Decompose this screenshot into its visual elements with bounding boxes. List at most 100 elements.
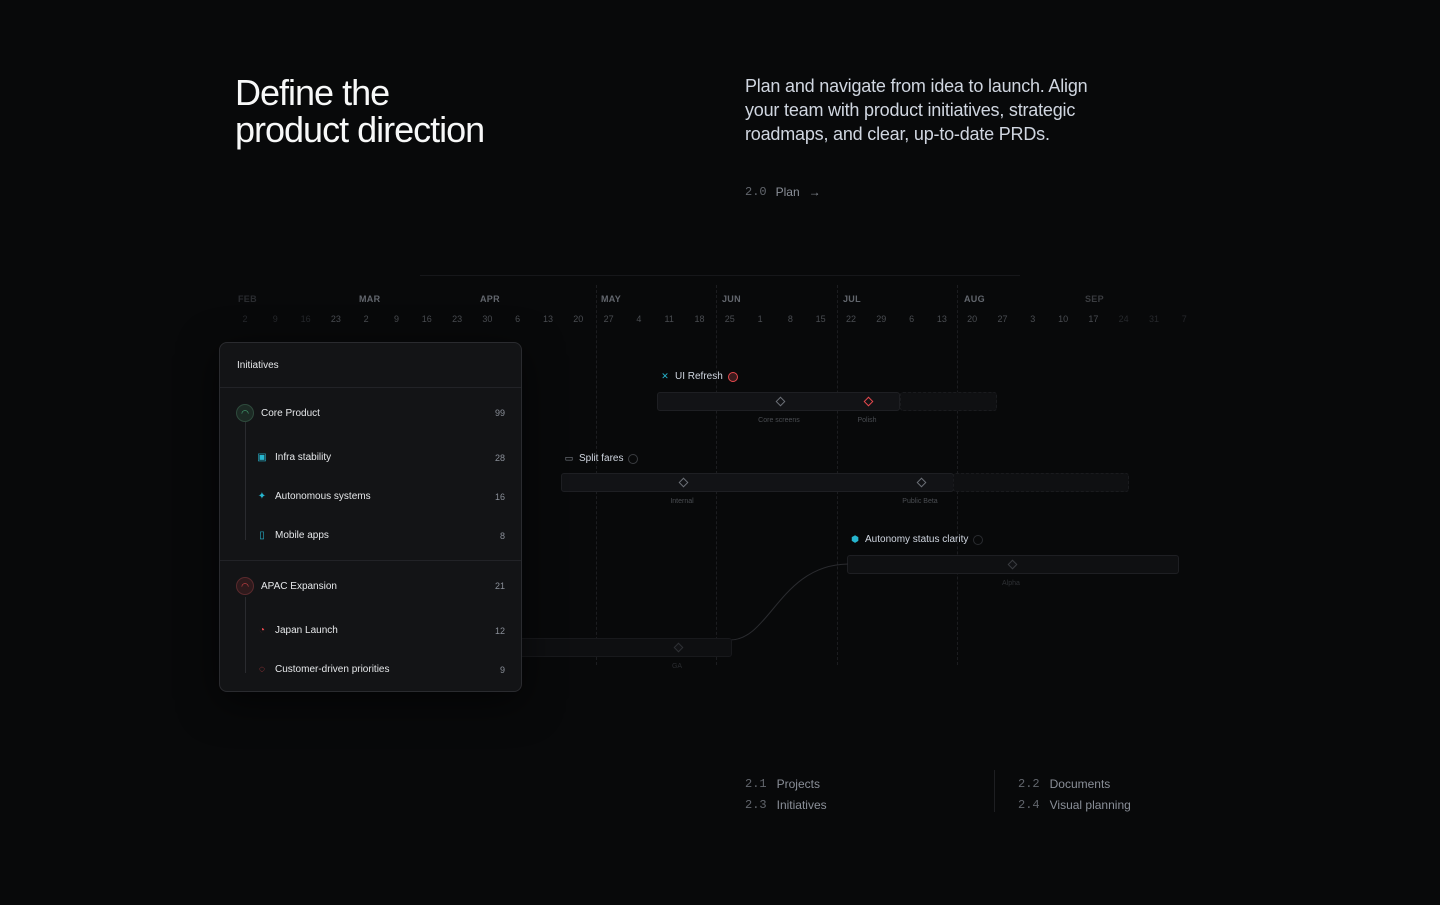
initiative-name: APAC Expansion: [261, 580, 337, 592]
day-tick-label: 16: [421, 314, 432, 324]
month-label: JUN: [722, 294, 741, 304]
day-tick-label: 29: [876, 314, 887, 324]
milestone-label: GA: [671, 663, 683, 670]
initiative-japan-launch[interactable]: ◔ Japan Launch 12: [220, 611, 521, 650]
initiative-count: 8: [499, 530, 505, 541]
footer-link-projects[interactable]: 2.1 Projects: [745, 774, 827, 795]
month-label: MAR: [359, 294, 381, 304]
initiative-customer-driven[interactable]: ◌ Customer-driven priorities 9: [220, 650, 521, 689]
footer-link-number: 2.4: [1018, 798, 1040, 812]
day-tick-label: 9: [393, 314, 400, 324]
footer-link-label: Initiatives: [776, 798, 827, 812]
day-tick-label: 2: [363, 314, 369, 324]
footer-link-initiatives[interactable]: 2.3 Initiatives: [745, 795, 827, 816]
day-tick-label: 20: [967, 314, 978, 324]
day-tick-label: 7: [1181, 314, 1187, 324]
day-tick-label: 22: [845, 314, 857, 324]
day-tick-label: 31: [1148, 314, 1160, 324]
footer-link-label: Projects: [776, 777, 820, 791]
footer-links-left: 2.1 Projects 2.3 Initiatives: [745, 774, 827, 816]
day-tick-label: 2: [242, 314, 248, 324]
initiative-name: Japan Launch: [275, 625, 338, 636]
month-label: MAY: [601, 294, 622, 304]
footer-link-number: 2.3: [745, 798, 767, 812]
milestone-label: Polish: [857, 417, 877, 424]
day-tick-label: 13: [936, 314, 947, 324]
footer-link-number: 2.2: [1018, 777, 1040, 791]
initiative-autonomous-systems[interactable]: ✦ Autonomous systems 16: [220, 477, 521, 516]
initiative-count: 9: [499, 664, 505, 675]
footer-link-documents[interactable]: 2.2 Documents: [1018, 774, 1131, 795]
day-tick-label: 18: [694, 314, 705, 324]
initiative-icon: ◠: [236, 577, 254, 595]
month-label: JUL: [843, 294, 861, 304]
dependency-line: [729, 563, 849, 641]
day-tick-label: 10: [1058, 314, 1069, 324]
project-name: UI Refresh: [675, 371, 723, 382]
briefcase-icon: ▣: [257, 452, 267, 463]
day-tick-label: 17: [1088, 314, 1099, 324]
day-tick-label: 25: [724, 314, 735, 324]
project-ui-refresh[interactable]: ✕ UI Refresh: [660, 371, 738, 382]
cube-icon: ⬢: [851, 534, 859, 544]
footer-divider: [994, 770, 995, 812]
initiative-core-product[interactable]: ◠ Core Product 99: [220, 388, 521, 438]
tools-icon: ✕: [661, 371, 669, 381]
sparkle-icon: ✦: [257, 491, 267, 502]
initiative-icon: ◠: [236, 404, 254, 422]
day-tick-label: 6: [515, 314, 521, 324]
project-autonomy-status[interactable]: ⬢ Autonomy status clarity: [850, 534, 984, 545]
initiative-group: ◠ Core Product 99 ▣ Infra stability 28 ✦…: [220, 388, 521, 560]
day-tick-label: 23: [452, 314, 463, 324]
day-tick-label: 13: [542, 314, 554, 324]
initiative-mobile-apps[interactable]: ▯ Mobile apps 8: [220, 516, 521, 555]
project-bar-extension: [900, 392, 997, 411]
day-tick-label: 3: [1030, 314, 1036, 324]
panel-title: Initiatives: [220, 343, 521, 388]
initiative-name: Autonomous systems: [275, 491, 371, 502]
initiative-name: Customer-driven priorities: [275, 664, 390, 675]
milestone-label: Alpha: [1002, 580, 1020, 587]
initiative-group: ◠ APAC Expansion 21 ◔ Japan Launch 12 ◌ …: [220, 560, 521, 691]
day-tick-label: 20: [573, 314, 584, 324]
initiative-count: 21: [494, 581, 505, 591]
chat-icon: ◌: [259, 664, 265, 675]
initiative-count: 12: [494, 625, 505, 636]
day-tick-label: 4: [636, 314, 642, 324]
month-label: SEP: [1085, 294, 1104, 304]
initiative-count: 28: [494, 452, 505, 463]
initiative-name: Infra stability: [275, 452, 332, 463]
project-name: Split fares: [579, 453, 624, 464]
day-tick-label: 1: [757, 314, 763, 324]
phone-icon: ▯: [259, 530, 265, 541]
initiative-count: 16: [494, 491, 505, 502]
day-tick-label: 11: [664, 314, 674, 324]
status-icon: [973, 534, 984, 545]
initiative-apac-expansion[interactable]: ◠ APAC Expansion 21: [220, 561, 521, 611]
day-tick-label: 16: [300, 314, 311, 324]
project-bar-extension: [953, 473, 1129, 492]
status-icon: [727, 371, 738, 382]
month-label: AUG: [964, 294, 985, 304]
initiative-name: Core Product: [261, 407, 320, 419]
project-bar[interactable]: [500, 638, 732, 657]
footer-links-right: 2.2 Documents 2.4 Visual planning: [1018, 774, 1131, 816]
month-label: APR: [480, 294, 500, 304]
footer-link-number: 2.1: [745, 777, 767, 791]
day-tick-label: 15: [815, 314, 826, 324]
project-split-fares[interactable]: ▭ Split fares: [564, 453, 639, 464]
initiative-infra-stability[interactable]: ▣ Infra stability 28: [220, 438, 521, 477]
project-bar[interactable]: [561, 473, 954, 492]
day-tick-label: 30: [482, 314, 493, 324]
ticket-icon: ▭: [564, 453, 574, 463]
month-label: FEB: [238, 294, 257, 304]
day-tick-label: 23: [330, 314, 341, 324]
milestone-label: Public Beta: [902, 498, 938, 505]
status-icon: [628, 453, 639, 464]
day-tick-label: 27: [997, 314, 1008, 324]
initiative-name: Mobile apps: [275, 530, 329, 541]
footer-link-visual-planning[interactable]: 2.4 Visual planning: [1018, 795, 1131, 816]
milestone-label: Core screens: [758, 417, 800, 424]
initiative-count: 99: [494, 408, 505, 418]
flag-icon: ◔: [258, 625, 266, 636]
